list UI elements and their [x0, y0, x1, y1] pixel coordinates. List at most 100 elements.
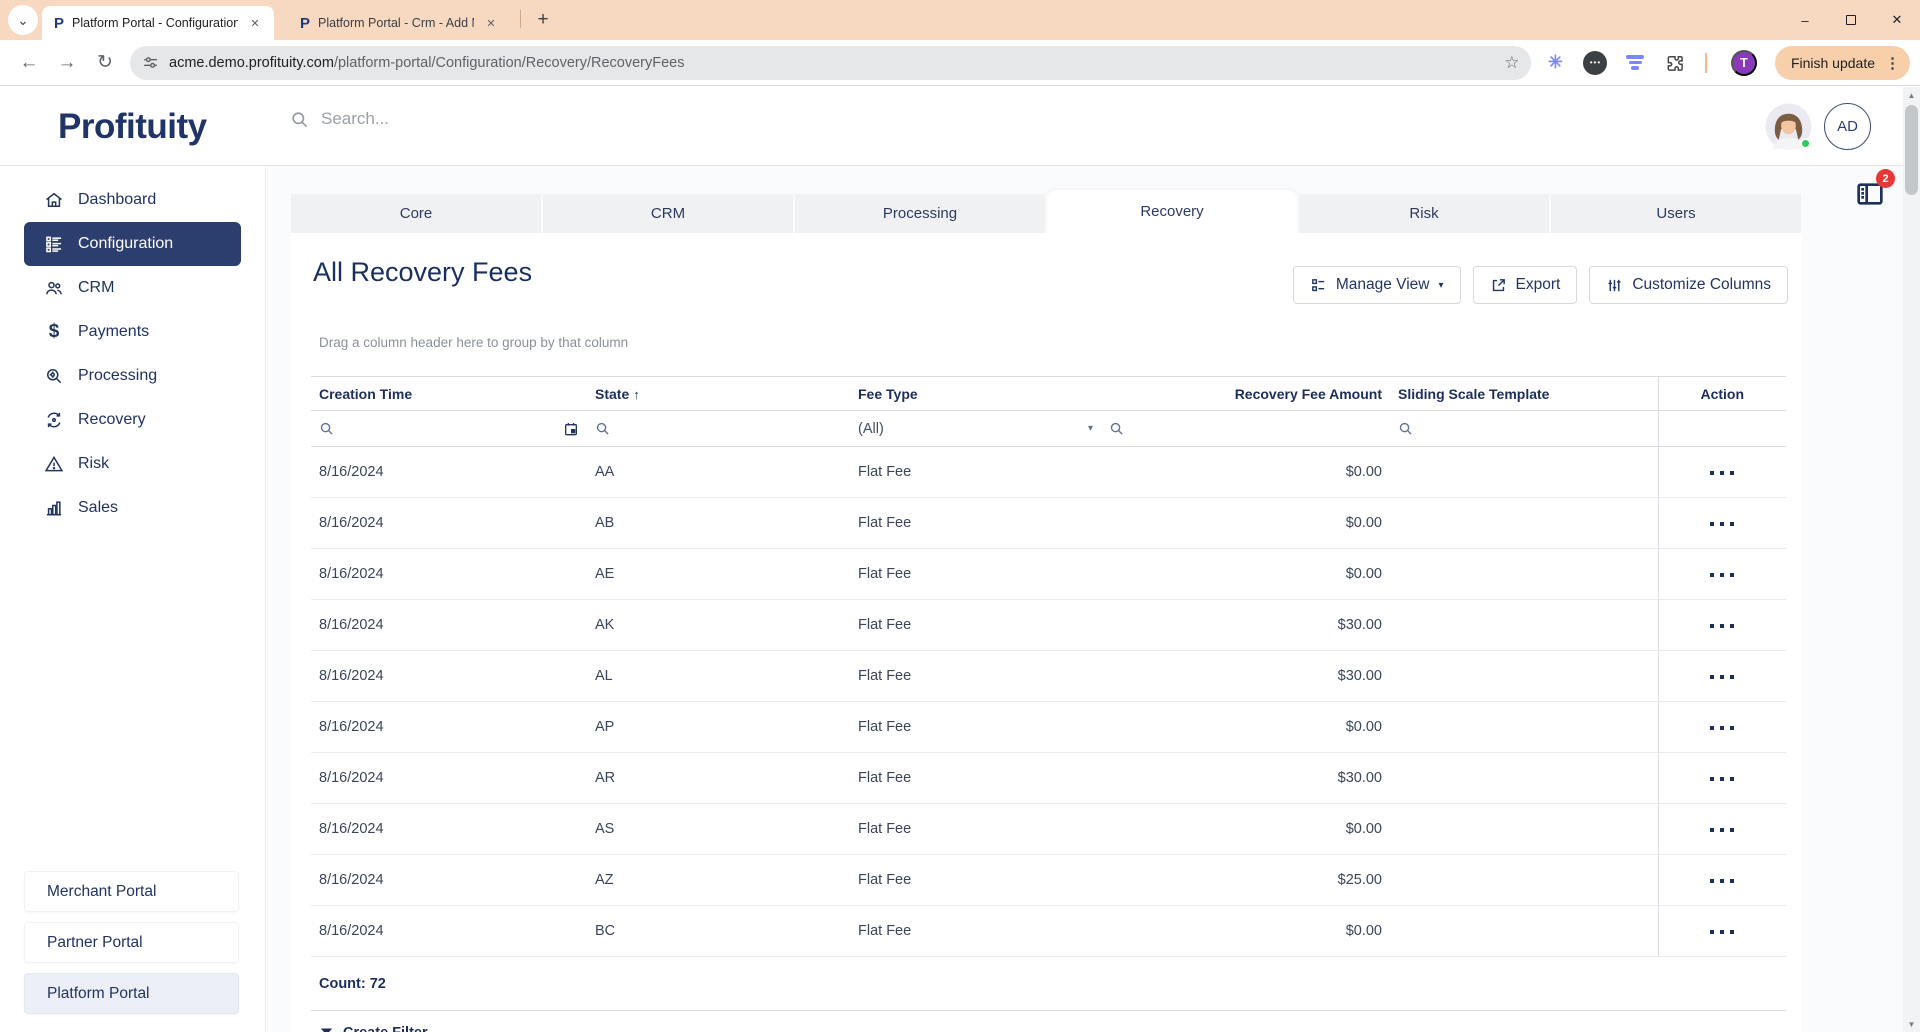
table-row[interactable]: 8/16/2024ALFlat Fee$30.00 — [311, 651, 1786, 702]
manage-view-button[interactable]: Manage View ▾ — [1293, 266, 1461, 304]
cell-sliding-scale — [1390, 447, 1658, 498]
filter-creation-time[interactable] — [311, 411, 587, 447]
close-tab-button[interactable]: ✕ — [246, 14, 264, 32]
back-button[interactable]: ← — [10, 45, 48, 81]
column-header-fee-type[interactable]: Fee Type — [850, 377, 1101, 411]
row-actions-button[interactable] — [1704, 771, 1740, 787]
sidebar-item-sales[interactable]: Sales — [24, 486, 241, 530]
toolbar-separator — [1705, 53, 1707, 73]
row-count: Count: 72 — [311, 957, 1786, 1011]
warning-triangle-icon — [44, 454, 64, 474]
sidebar-item-risk[interactable]: Risk — [24, 442, 241, 486]
filter-state[interactable] — [587, 411, 850, 447]
merchant-portal-button[interactable]: Merchant Portal — [24, 871, 239, 912]
sidebar-item-recovery[interactable]: Recovery — [24, 398, 241, 442]
cell-creation-time: 8/16/2024 — [311, 549, 587, 600]
maximize-button[interactable] — [1828, 0, 1874, 40]
row-actions-button[interactable] — [1704, 873, 1740, 889]
extension-icons: ✳ ••• T — [1541, 49, 1765, 77]
cell-fee-type: Flat Fee — [850, 702, 1101, 753]
table-row[interactable]: 8/16/2024AKFlat Fee$30.00 — [311, 600, 1786, 651]
main-content: 2 Core CRM Processing Recovery Risk User… — [267, 166, 1903, 1032]
reload-button[interactable]: ↻ — [86, 45, 124, 81]
sidebar-item-payments[interactable]: $ Payments — [24, 310, 241, 354]
scroll-down-arrow[interactable]: ▼ — [1903, 1016, 1920, 1032]
bookmark-button[interactable]: ☆ — [1504, 53, 1519, 73]
url-bar[interactable]: acme.demo.profituity.com/platform-portal… — [130, 46, 1531, 80]
extension-filter-button[interactable] — [1621, 49, 1649, 77]
table-header-row: Creation Time State↑ Fee Type Recovery F… — [311, 377, 1786, 411]
forward-button[interactable]: → — [48, 45, 86, 81]
row-actions-button[interactable] — [1704, 924, 1740, 940]
global-search[interactable] — [290, 109, 621, 129]
user-initials-button[interactable]: AD — [1824, 103, 1871, 150]
row-actions-button[interactable] — [1704, 465, 1740, 481]
browser-profile-button[interactable]: T — [1731, 50, 1757, 76]
row-actions-button[interactable] — [1704, 516, 1740, 532]
filter-amount[interactable] — [1101, 411, 1390, 447]
create-filter-button[interactable]: Create Filter — [311, 1011, 1786, 1032]
close-icon: ✕ — [486, 18, 495, 30]
browser-tab-inactive[interactable]: P Platform Portal - Crm - Add Me ✕ — [288, 6, 510, 40]
table-row[interactable]: 8/16/2024AEFlat Fee$0.00 — [311, 549, 1786, 600]
column-header-state[interactable]: State↑ — [587, 377, 850, 411]
filter-sliding-scale[interactable] — [1390, 411, 1658, 447]
table-row[interactable]: 8/16/2024ARFlat Fee$30.00 — [311, 753, 1786, 804]
row-actions-button[interactable] — [1704, 669, 1740, 685]
column-header-sliding-scale[interactable]: Sliding Scale Template — [1390, 377, 1658, 411]
calendar-icon[interactable] — [563, 421, 579, 437]
row-actions-button[interactable] — [1704, 618, 1740, 634]
finish-update-button[interactable]: Finish update ⋮ — [1775, 46, 1910, 80]
table-row[interactable]: 8/16/2024ABFlat Fee$0.00 — [311, 498, 1786, 549]
new-tab-button[interactable]: + — [529, 6, 557, 34]
reload-icon: ↻ — [97, 52, 113, 73]
tab-search-button[interactable]: ⌄ — [8, 5, 38, 35]
cell-creation-time: 8/16/2024 — [311, 447, 587, 498]
page-scrollbar[interactable]: ▲ ▼ — [1903, 87, 1920, 1032]
tab-core[interactable]: Core — [291, 194, 541, 233]
table-row[interactable]: 8/16/2024ASFlat Fee$0.00 — [311, 804, 1786, 855]
search-input[interactable] — [321, 109, 621, 129]
close-tab-button[interactable]: ✕ — [482, 14, 500, 32]
cell-creation-time: 8/16/2024 — [311, 651, 587, 702]
profile-initial: T — [1740, 56, 1748, 70]
column-header-creation-time[interactable]: Creation Time — [311, 377, 587, 411]
url-text: acme.demo.profituity.com/platform-portal… — [169, 55, 1504, 71]
tab-recovery[interactable]: Recovery — [1047, 190, 1297, 233]
extension-chat-button[interactable]: ••• — [1581, 49, 1609, 77]
customize-columns-button[interactable]: Customize Columns — [1589, 266, 1788, 304]
browser-tab-active[interactable]: P Platform Portal - Configuration ✕ — [42, 6, 274, 40]
sidebar-item-configuration[interactable]: Configuration — [24, 222, 241, 266]
side-panel-toggle[interactable]: 2 — [1854, 178, 1888, 212]
plus-icon: + — [537, 9, 548, 30]
tab-risk[interactable]: Risk — [1299, 194, 1549, 233]
row-actions-button[interactable] — [1704, 822, 1740, 838]
table-row[interactable]: 8/16/2024BCFlat Fee$0.00 — [311, 906, 1786, 957]
favicon-icon: P — [54, 15, 64, 32]
tab-processing[interactable]: Processing — [795, 194, 1045, 233]
cell-sliding-scale — [1390, 702, 1658, 753]
sidebar-item-processing[interactable]: Processing — [24, 354, 241, 398]
table-row[interactable]: 8/16/2024AAFlat Fee$0.00 — [311, 447, 1786, 498]
partner-portal-button[interactable]: Partner Portal — [24, 922, 239, 963]
column-header-amount[interactable]: Recovery Fee Amount — [1101, 377, 1390, 411]
extension-asterisk-button[interactable]: ✳ — [1541, 49, 1569, 77]
sidebar-item-dashboard[interactable]: Dashboard — [24, 178, 241, 222]
sidebar-item-crm[interactable]: CRM — [24, 266, 241, 310]
table-row[interactable]: 8/16/2024APFlat Fee$0.00 — [311, 702, 1786, 753]
extensions-menu-button[interactable] — [1661, 49, 1689, 77]
export-button[interactable]: Export — [1473, 266, 1578, 304]
row-actions-button[interactable] — [1704, 720, 1740, 736]
search-icon — [1398, 421, 1413, 436]
scroll-up-arrow[interactable]: ▲ — [1903, 87, 1920, 103]
row-actions-button[interactable] — [1704, 567, 1740, 583]
avatar[interactable] — [1765, 103, 1812, 150]
platform-portal-button[interactable]: Platform Portal — [24, 973, 239, 1014]
tab-crm[interactable]: CRM — [543, 194, 793, 233]
scrollbar-thumb[interactable] — [1905, 105, 1918, 195]
close-window-button[interactable]: ✕ — [1874, 0, 1920, 40]
tab-users[interactable]: Users — [1551, 194, 1801, 233]
filter-fee-type[interactable]: (All)▾ — [850, 411, 1101, 447]
minimize-button[interactable]: – — [1782, 0, 1828, 40]
table-row[interactable]: 8/16/2024AZFlat Fee$25.00 — [311, 855, 1786, 906]
